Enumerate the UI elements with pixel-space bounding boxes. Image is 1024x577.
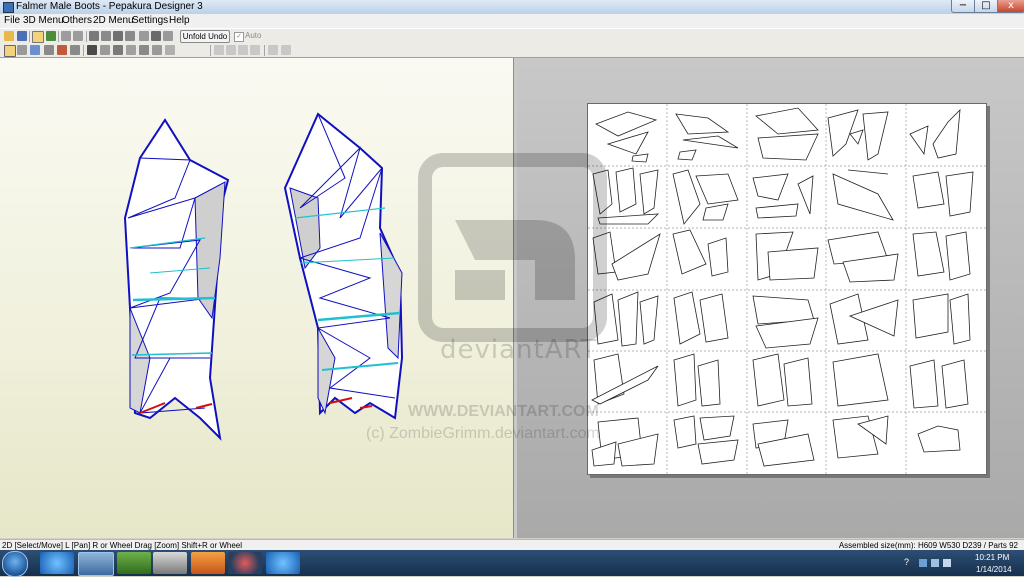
join-icon[interactable] — [113, 31, 123, 41]
menu-settings[interactable]: Settings — [132, 15, 168, 26]
status-mode-text: 2D [Select/Move] L [Pan] R or Wheel Drag… — [2, 541, 243, 550]
edge-icon[interactable] — [89, 31, 99, 41]
taskbar — [0, 550, 1024, 577]
volume-icon[interactable] — [943, 559, 951, 567]
snap-icon[interactable] — [100, 45, 110, 55]
scale-icon[interactable] — [139, 31, 149, 41]
pattern-sheet[interactable] — [587, 103, 987, 475]
color-icon[interactable] — [57, 45, 67, 55]
menu-bar: File 3D Menu Others 2D Menu Settings Hel… — [0, 14, 1024, 28]
internet-explorer-2-icon[interactable] — [266, 552, 300, 574]
pepakura-taskbar-icon[interactable] — [228, 552, 262, 574]
minimize-button[interactable]: − — [951, 0, 975, 13]
text-icon[interactable] — [126, 45, 136, 55]
close-button[interactable]: x — [997, 0, 1024, 13]
grid-icon[interactable] — [44, 45, 54, 55]
title-bar: Falmer Male Boots - Pepakura Designer 3 … — [0, 0, 1024, 15]
texture-icon[interactable] — [46, 31, 56, 41]
mirror-icon[interactable] — [113, 45, 123, 55]
start-button[interactable] — [2, 551, 28, 577]
number-icon[interactable] — [70, 45, 80, 55]
auto-checkbox[interactable]: ✓ — [234, 32, 244, 42]
line-icon[interactable] — [165, 45, 175, 55]
image-icon[interactable] — [139, 45, 149, 55]
auto-label: Auto — [245, 31, 262, 40]
unfolded-parts[interactable] — [588, 104, 986, 474]
windows-explorer-icon[interactable] — [153, 552, 187, 574]
menu-file[interactable]: File — [4, 15, 20, 26]
toolbar-separator — [83, 45, 84, 56]
unfold-undo-button[interactable]: Unfold Undo — [180, 30, 230, 43]
rotate-icon[interactable] — [125, 31, 135, 41]
align-top-icon[interactable] — [250, 45, 260, 55]
left-boot-model — [123, 118, 230, 441]
action-center-flag-icon[interactable] — [919, 559, 927, 567]
menu-others[interactable]: Others — [62, 15, 92, 26]
open-icon[interactable] — [4, 31, 14, 41]
fit-icon[interactable] — [281, 45, 291, 55]
help-icon[interactable]: ? — [904, 557, 914, 569]
paper-icon[interactable] — [30, 45, 40, 55]
undo-icon[interactable] — [61, 31, 71, 41]
pieces-icon[interactable] — [152, 45, 162, 55]
align-center-icon[interactable] — [226, 45, 236, 55]
status-assembled-size: Assembled size(mm): H609 W530 D239 / Par… — [838, 541, 1018, 550]
watermark-credit: (c) ZombieGrimm.deviantart.com — [366, 425, 600, 442]
maximize-button[interactable]: □ — [974, 0, 998, 13]
virtualbox-icon[interactable] — [78, 552, 114, 576]
save-icon[interactable] — [17, 31, 27, 41]
window-title: Falmer Male Boots - Pepakura Designer 3 — [16, 1, 203, 12]
pepakura-app-icon — [3, 2, 14, 13]
redo-icon[interactable] — [73, 31, 83, 41]
right-boot-model — [283, 112, 404, 420]
menu-2d[interactable]: 2D Menu — [93, 15, 134, 26]
watermark-url: WWW.DEVIANTART.COM — [408, 403, 599, 420]
watermark-brand: deviantART — [440, 335, 598, 365]
network-icon[interactable] — [931, 559, 939, 567]
align-left-icon[interactable] — [214, 45, 224, 55]
print-icon[interactable] — [151, 31, 161, 41]
menu-help[interactable]: Help — [169, 15, 190, 26]
pan-icon[interactable] — [17, 45, 27, 55]
toolbar-separator — [86, 31, 87, 42]
layout-icon[interactable] — [163, 31, 173, 41]
clock-date[interactable]: 1/14/2014 — [976, 565, 1012, 574]
toolbar-separator — [210, 45, 211, 56]
toolbar-separator — [58, 31, 59, 42]
flap-icon[interactable] — [101, 31, 111, 41]
internet-explorer-icon[interactable] — [40, 552, 74, 574]
terminal-icon[interactable] — [117, 552, 151, 574]
clock-time[interactable]: 10:21 PM — [975, 553, 1009, 562]
menu-3d[interactable]: 3D Menu — [23, 15, 64, 26]
secondary-toolbar — [0, 43, 1024, 58]
select-icon[interactable] — [4, 45, 16, 57]
unfold-icon[interactable] — [32, 31, 44, 43]
main-toolbar: Unfold Undo ✓ Auto — [0, 28, 1024, 44]
toolbar-separator — [264, 45, 265, 56]
toolbar-separator — [29, 31, 30, 42]
zoom-icon[interactable] — [268, 45, 278, 55]
media-player-icon[interactable] — [191, 552, 225, 574]
align-right-icon[interactable] — [238, 45, 248, 55]
align-icon[interactable] — [87, 45, 97, 55]
